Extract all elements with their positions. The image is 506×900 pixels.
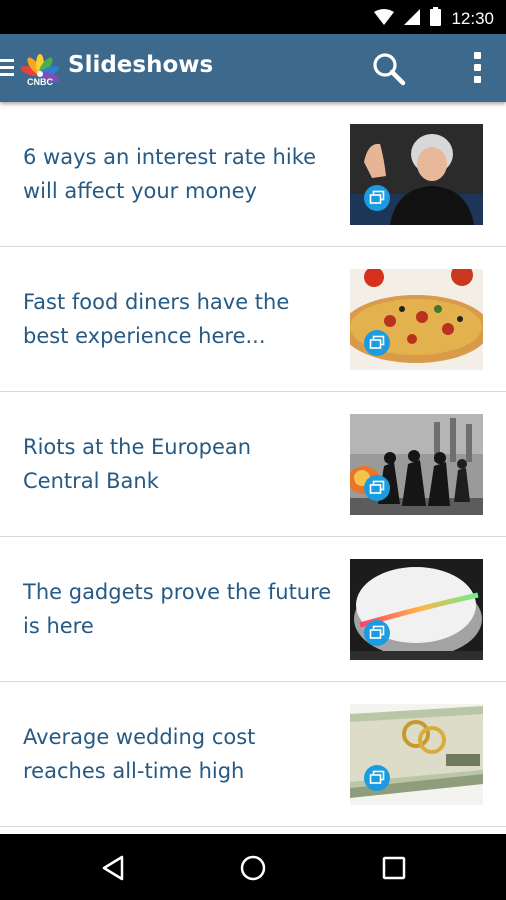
- slideshow-thumbnail[interactable]: [350, 414, 483, 515]
- overflow-menu-icon[interactable]: [470, 52, 484, 86]
- menu-icon[interactable]: [0, 59, 16, 77]
- app-bar: CNBC Slideshows: [0, 34, 506, 102]
- slideshow-thumbnail[interactable]: [350, 124, 483, 225]
- list-item[interactable]: 6 ways an interest rate hike will affect…: [0, 102, 506, 247]
- list-item[interactable]: The gadgets prove the future is here: [0, 537, 506, 682]
- nav-home-icon[interactable]: [240, 855, 266, 885]
- navigation-bar: [0, 834, 506, 900]
- slideshow-badge-icon: [364, 765, 390, 791]
- status-icons: 12:30: [374, 7, 494, 30]
- status-bar: 12:30: [0, 0, 506, 34]
- slideshow-badge-icon: [364, 330, 390, 356]
- slideshow-title: The gadgets prove the future is here: [23, 580, 332, 638]
- slideshow-title: Fast food diners have the best experienc…: [23, 290, 290, 348]
- wifi-icon: [374, 8, 395, 29]
- logo-text: CNBC: [27, 77, 53, 87]
- list-item[interactable]: Riots at the European Central Bank: [0, 392, 506, 537]
- search-icon[interactable]: [372, 52, 406, 86]
- slideshow-title: 6 ways an interest rate hike will affect…: [23, 145, 317, 203]
- battery-icon: [430, 7, 442, 30]
- list-item[interactable]: Average wedding cost reaches all-time hi…: [0, 682, 506, 827]
- slideshow-title: Riots at the European Central Bank: [23, 435, 252, 493]
- cnbc-logo[interactable]: CNBC: [16, 48, 64, 88]
- list-item[interactable]: Fast food diners have the best experienc…: [0, 247, 506, 392]
- cell-signal-icon: [404, 8, 421, 29]
- slideshow-thumbnail[interactable]: [350, 704, 483, 805]
- status-time: 12:30: [451, 8, 494, 28]
- nav-recent-icon[interactable]: [382, 856, 406, 884]
- slideshow-list: 6 ways an interest rate hike will affect…: [0, 102, 506, 834]
- slideshow-badge-icon: [364, 475, 390, 501]
- slideshow-title: Average wedding cost reaches all-time hi…: [23, 725, 256, 783]
- slideshow-badge-icon: [364, 620, 390, 646]
- slideshow-badge-icon: [364, 185, 390, 211]
- app-title: Slideshows: [68, 52, 214, 78]
- nav-back-icon[interactable]: [101, 855, 125, 885]
- slideshow-thumbnail[interactable]: [350, 269, 483, 370]
- slideshow-thumbnail[interactable]: [350, 559, 483, 660]
